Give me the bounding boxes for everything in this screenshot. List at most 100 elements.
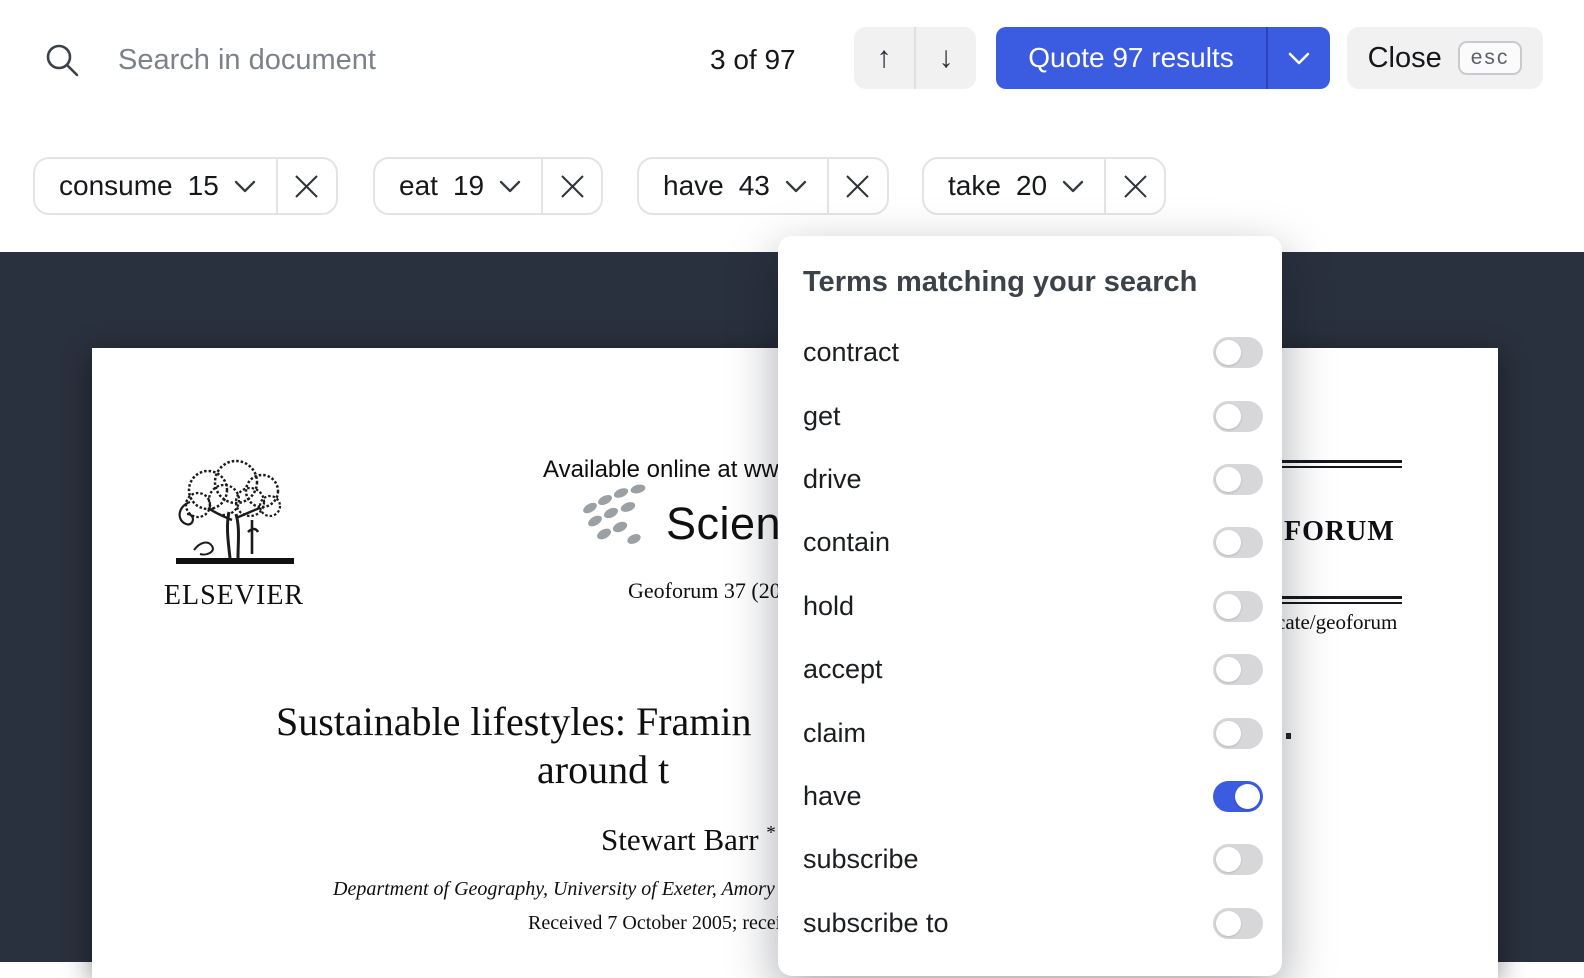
author-name: Stewart Barr	[601, 822, 759, 857]
search-icon	[44, 42, 80, 78]
toggle-knob	[1216, 404, 1241, 429]
term-row-contract: contract	[778, 321, 1282, 384]
term-row-accept: accept	[778, 638, 1282, 701]
toggle-contract[interactable]	[1213, 337, 1263, 368]
available-online-text: Available online at www.	[543, 456, 801, 484]
term-label: subscribe	[803, 844, 919, 875]
term-row-hold: hold	[778, 575, 1282, 638]
chip-term: consume	[59, 170, 173, 202]
occluded-text-fragment	[1286, 733, 1291, 739]
term-label: contract	[803, 337, 899, 368]
term-row-claim: claim	[778, 701, 1282, 764]
term-label: accept	[803, 654, 883, 685]
term-row-subscribe: subscribe	[778, 828, 1282, 891]
toggle-have[interactable]	[1213, 781, 1263, 812]
toggle-get[interactable]	[1213, 401, 1263, 432]
paper-title-line2: around t	[537, 746, 669, 793]
journal-url-partial: cate/geoforum	[1276, 610, 1397, 635]
paper-affiliation-partial: Department of Geography, University of E…	[333, 878, 775, 901]
toggle-claim[interactable]	[1213, 718, 1263, 749]
journal-citation-partial: Geoforum 37 (200	[628, 578, 792, 604]
terms-panel-title: Terms matching your search	[778, 236, 1282, 321]
term-row-subscribe-to: subscribe to	[778, 892, 1282, 955]
remove-filter-take-button[interactable]	[1106, 159, 1164, 213]
term-row-drive: drive	[778, 448, 1282, 511]
remove-filter-consume-button[interactable]	[278, 159, 336, 213]
next-result-button[interactable]: ↓	[916, 27, 976, 89]
toggle-knob	[1216, 847, 1241, 872]
paper-received-line-partial: Received 7 October 2005; receiv	[528, 912, 791, 935]
term-row-contain: contain	[778, 511, 1282, 574]
paper-title-line1: Sustainable lifestyles: Framin	[276, 698, 752, 745]
esc-key-badge: esc	[1458, 41, 1523, 75]
quote-results-button: Quote 97 results	[996, 27, 1330, 89]
quote-options-dropdown-button[interactable]	[1268, 27, 1330, 89]
close-label: Close	[1368, 42, 1442, 75]
filter-chip-eat-dropdown[interactable]: eat 19	[375, 159, 541, 213]
filter-chip-have-dropdown[interactable]: have 43	[639, 159, 827, 213]
result-counter: 3 of 97	[710, 44, 806, 76]
chip-term: take	[948, 170, 1001, 202]
toggle-drive[interactable]	[1213, 464, 1263, 495]
chip-count: 20	[1016, 170, 1047, 202]
toggle-knob	[1216, 911, 1241, 936]
filter-chip-have: have 43	[637, 157, 889, 215]
elsevier-wordmark: ELSEVIER	[162, 580, 306, 612]
elsevier-tree-logo	[166, 458, 302, 574]
close-icon	[559, 173, 586, 200]
toggle-knob	[1216, 467, 1241, 492]
close-icon	[844, 173, 871, 200]
toggle-knob	[1216, 721, 1241, 746]
remove-filter-have-button[interactable]	[829, 159, 887, 213]
toggle-subscribe-to[interactable]	[1213, 908, 1263, 939]
chip-term: have	[663, 170, 724, 202]
paper-author: Stewart Barr *	[601, 822, 776, 858]
chip-term: eat	[399, 170, 438, 202]
term-label: drive	[803, 464, 862, 495]
quote-results-main-button[interactable]: Quote 97 results	[996, 27, 1266, 89]
previous-result-button[interactable]: ↑	[854, 27, 914, 89]
terms-matching-panel: Terms matching your search contract get …	[778, 236, 1282, 976]
toggle-knob	[1216, 657, 1241, 682]
filter-chip-consume-dropdown[interactable]: consume 15	[35, 159, 276, 213]
toggle-knob	[1216, 340, 1241, 365]
term-label: contain	[803, 527, 890, 558]
term-label: have	[803, 781, 862, 812]
chip-count: 15	[188, 170, 219, 202]
chevron-down-icon	[499, 180, 521, 193]
filter-chip-eat: eat 19	[373, 157, 603, 215]
chip-count: 19	[453, 170, 484, 202]
filter-chip-take: take 20	[922, 157, 1166, 215]
geoforum-masthead-partial: FORUM	[1284, 516, 1395, 548]
sciencedirect-dots-logo	[576, 484, 668, 544]
search-input[interactable]	[118, 36, 598, 84]
close-button[interactable]: Close esc	[1347, 27, 1543, 89]
result-nav: ↑ ↓	[854, 27, 976, 89]
remove-filter-eat-button[interactable]	[543, 159, 601, 213]
filter-chip-row: consume 15 eat 19	[0, 157, 1584, 215]
term-label: hold	[803, 591, 854, 622]
filter-chip-take-dropdown[interactable]: take 20	[924, 159, 1104, 213]
chevron-down-icon	[234, 180, 256, 193]
chevron-down-icon	[1062, 180, 1084, 193]
term-row-get: get	[778, 384, 1282, 447]
toggle-accept[interactable]	[1213, 654, 1263, 685]
term-label: claim	[803, 718, 866, 749]
close-icon	[1122, 173, 1149, 200]
term-row-have: have	[778, 765, 1282, 828]
filter-chip-consume: consume 15	[33, 157, 338, 215]
toggle-knob	[1216, 594, 1241, 619]
term-label: subscribe to	[803, 908, 949, 939]
term-label: get	[803, 401, 841, 432]
close-icon	[293, 173, 320, 200]
search-toolbar: 3 of 97 ↑ ↓ Quote 97 results Close esc c…	[0, 0, 1584, 252]
toggle-knob	[1235, 784, 1260, 809]
chevron-down-icon	[785, 180, 807, 193]
toggle-subscribe[interactable]	[1213, 844, 1263, 875]
toggle-hold[interactable]	[1213, 591, 1263, 622]
toggle-knob	[1216, 530, 1241, 555]
chip-count: 43	[739, 170, 770, 202]
chevron-down-icon	[1287, 51, 1311, 66]
toggle-contain[interactable]	[1213, 527, 1263, 558]
author-footnote-mark: *	[766, 823, 776, 844]
